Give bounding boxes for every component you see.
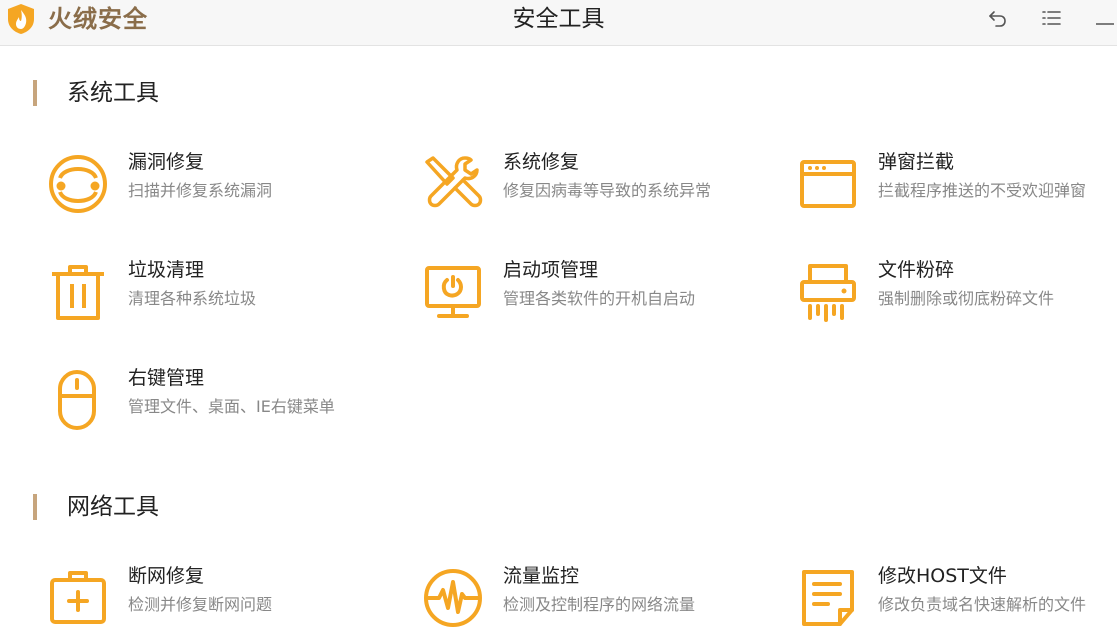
tool-context-menu-manager[interactable]: 右键管理 管理文件、桌面、IE右键菜单 — [46, 367, 406, 438]
tool-name: 右键管理 — [128, 367, 205, 389]
tool-name: 启动项管理 — [503, 259, 599, 281]
tool-name: 文件粉碎 — [878, 259, 955, 281]
tool-description: 拦截程序推送的不受欢迎弹窗 — [878, 181, 1087, 200]
tool-description: 清理各种系统垃圾 — [128, 289, 257, 308]
tool-startup-manager[interactable]: 启动项管理 管理各类软件的开机自启动 — [421, 259, 781, 330]
host-file-icon — [802, 570, 854, 626]
tool-junk-clean[interactable]: 垃圾清理 清理各种系统垃圾 — [46, 259, 406, 330]
tool-file-shredder[interactable]: 文件粉碎 强制删除或彻底粉碎文件 — [796, 259, 1117, 330]
tool-popup-block[interactable]: 弹窗拦截 拦截程序推送的不受欢迎弹窗 — [796, 151, 1117, 222]
tool-name: 弹窗拦截 — [878, 151, 955, 173]
tool-name: 漏洞修复 — [128, 151, 205, 173]
tool-description: 修复因病毒等导致的系统异常 — [503, 181, 712, 200]
section-accent-bar — [33, 80, 37, 106]
tool-name: 流量监控 — [503, 565, 580, 587]
tool-system-repair[interactable]: 系统修复 修复因病毒等导致的系统异常 — [421, 151, 781, 222]
huorong-logo-icon — [8, 4, 34, 34]
section-accent-bar — [33, 494, 37, 520]
tool-description: 强制删除或彻底粉碎文件 — [878, 289, 1055, 308]
tool-host-file-editor[interactable]: 修改HOST文件 修改负责域名快速解析的文件 — [796, 565, 1117, 636]
pulse-monitor-icon — [424, 569, 482, 627]
tool-description: 修改负责域名快速解析的文件 — [878, 595, 1087, 614]
tool-name: 系统修复 — [503, 151, 580, 173]
trash-can-icon — [52, 265, 104, 320]
minimize-icon[interactable] — [1094, 6, 1114, 30]
tool-name: 断网修复 — [128, 565, 205, 587]
tool-name: 垃圾清理 — [128, 259, 205, 281]
section-title: 系统工具 — [67, 80, 159, 106]
tool-network-repair[interactable]: 断网修复 检测并修复断网问题 — [46, 565, 406, 636]
section-title: 网络工具 — [67, 494, 159, 520]
tool-description: 管理文件、桌面、IE右键菜单 — [128, 397, 335, 416]
tool-description: 管理各类软件的开机自启动 — [503, 289, 696, 308]
monitor-power-icon — [425, 266, 481, 318]
tool-traffic-monitor[interactable]: 流量监控 检测及控制程序的网络流量 — [421, 565, 781, 636]
shredder-icon — [800, 264, 856, 322]
mouse-icon — [58, 370, 96, 430]
tool-name: 修改HOST文件 — [878, 565, 1007, 587]
popup-window-icon — [800, 160, 856, 208]
title-bar: 火绒安全 安全工具 — [0, 0, 1117, 46]
tool-vulnerability-repair[interactable]: 漏洞修复 扫描并修复系统漏洞 — [46, 151, 406, 222]
tool-description: 检测及控制程序的网络流量 — [503, 595, 696, 614]
tool-description: 检测并修复断网问题 — [128, 595, 273, 614]
wrench-screwdriver-icon — [425, 156, 483, 208]
menu-icon[interactable] — [1040, 6, 1064, 30]
tool-description: 扫描并修复系统漏洞 — [128, 181, 273, 200]
brand-name: 火绒安全 — [48, 5, 148, 33]
window-title: 安全工具 — [512, 6, 605, 32]
back-arrow-icon[interactable] — [986, 6, 1010, 30]
vulnerability-repair-icon — [49, 155, 107, 213]
first-aid-kit-icon — [50, 571, 106, 624]
